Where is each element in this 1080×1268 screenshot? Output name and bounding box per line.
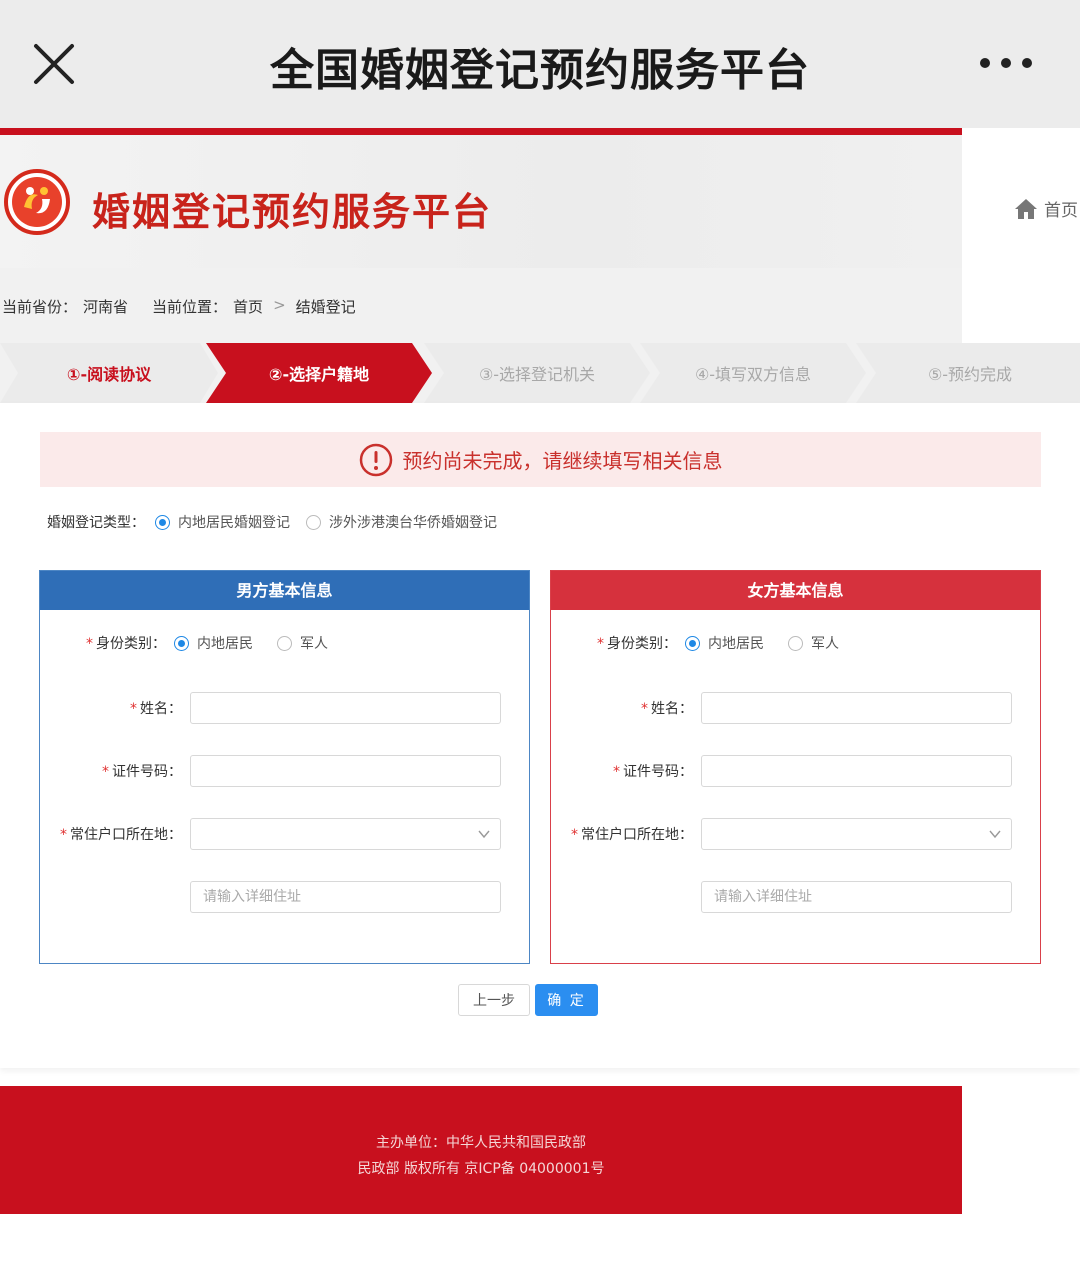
- identity-label: 身份类别：: [607, 636, 677, 652]
- previous-step-button[interactable]: 上一步: [458, 984, 530, 1016]
- radio-unchecked-icon: [788, 635, 803, 651]
- confirm-button[interactable]: 确 定: [535, 984, 598, 1016]
- male-name-row: * 姓名：: [40, 692, 529, 724]
- female-panel-title: 女方基本信息: [551, 571, 1040, 610]
- chevron-down-icon: [989, 830, 1001, 839]
- id-number-label: 证件号码：: [112, 764, 182, 780]
- female-address-row: 请输入详细住址: [551, 881, 1040, 913]
- site-title: 婚姻登记预约服务平台: [92, 190, 493, 234]
- radio-checked-icon: [155, 514, 170, 530]
- female-residence-select[interactable]: [701, 818, 1012, 850]
- radio-label: 军人: [811, 636, 839, 652]
- radio-checked-icon: [174, 635, 189, 651]
- radio-foreign-registration[interactable]: 涉外涉港澳台华侨婚姻登记: [306, 512, 497, 532]
- male-panel-title: 男方基本信息: [40, 571, 529, 610]
- breadcrumb-current: 结婚登记: [295, 298, 356, 316]
- identity-label: 身份类别：: [96, 636, 166, 652]
- male-id-row: * 证件号码：: [40, 755, 529, 787]
- step-3-label: ③-选择登记机关: [478, 365, 596, 384]
- radio-label: 涉外涉港澳台华侨婚姻登记: [329, 515, 497, 531]
- male-name-input[interactable]: [190, 692, 501, 724]
- breadcrumb: 当前省份： 河南省 当前位置： 首页 > 结婚登记: [2, 296, 356, 317]
- radio-label: 内地居民: [197, 636, 253, 652]
- male-address-row: 请输入详细住址: [40, 881, 529, 913]
- step-4: ④-填写双方信息: [640, 343, 866, 403]
- radio-label: 内地居民婚姻登记: [178, 515, 290, 531]
- alert-text: 预约尚未完成，请继续填写相关信息: [402, 449, 723, 473]
- step-1: ①-阅读协议: [0, 343, 218, 403]
- step-5: ⑤-预约完成: [856, 343, 1080, 403]
- radio-unchecked-icon: [277, 635, 292, 651]
- male-residence-row: * 常住户口所在地：: [40, 818, 529, 850]
- radio-checked-icon: [685, 635, 700, 651]
- province-value[interactable]: 河南省: [83, 296, 128, 317]
- female-name-row: * 姓名：: [551, 692, 1040, 724]
- more-options-icon[interactable]: [978, 56, 1034, 70]
- female-identity-mainland[interactable]: 内地居民: [685, 633, 764, 653]
- app-title: 全国婚姻登记预约服务平台: [270, 45, 810, 96]
- female-name-input[interactable]: [701, 692, 1012, 724]
- site-header: 婚姻登记预约服务平台: [0, 128, 962, 268]
- platform-logo: [4, 169, 70, 235]
- radio-label: 军人: [300, 636, 328, 652]
- male-id-number-input[interactable]: [190, 755, 501, 787]
- female-id-row: * 证件号码：: [551, 755, 1040, 787]
- step-4-label: ④-填写双方信息: [694, 365, 812, 384]
- footer-sponsor: 主办单位：中华人民共和国民政部: [376, 1135, 586, 1151]
- registration-type-label: 婚姻登记类型：: [47, 515, 145, 531]
- male-info-panel: 男方基本信息 * 身份类别： 内地居民 军人 * 姓名： * 证件号码： * 常住户口所…: [39, 570, 530, 964]
- registration-type-group: 婚姻登记类型： 内地居民婚姻登记 涉外涉港澳台华侨婚姻登记: [47, 512, 513, 532]
- app-bar: 全国婚姻登记预约服务平台: [0, 0, 1080, 128]
- province-label: 当前省份：: [2, 298, 78, 316]
- male-identity-mainland[interactable]: 内地居民: [174, 633, 253, 653]
- footer-copyright: 民政部 版权所有 京ICP备 04000001号: [357, 1161, 605, 1177]
- home-link[interactable]: 首页: [1014, 196, 1078, 221]
- name-label: 姓名：: [140, 701, 182, 717]
- male-identity-military[interactable]: 军人: [277, 633, 328, 653]
- step-3: ③-选择登记机关: [424, 343, 650, 403]
- female-id-number-input[interactable]: [701, 755, 1012, 787]
- female-info-panel: 女方基本信息 * 身份类别： 内地居民 军人 * 姓名： * 证件号码： * 常住户口所…: [550, 570, 1041, 964]
- female-identity-row: * 身份类别： 内地居民 军人: [551, 633, 1040, 653]
- step-progress-bar: ①-阅读协议 ②-选择户籍地 ③-选择登记机关 ④-填写双方信息 ⑤-预约完成: [0, 343, 1080, 403]
- male-address-input[interactable]: 请输入详细住址: [190, 881, 501, 913]
- residence-label: 常住户口所在地：: [581, 827, 693, 843]
- radio-unchecked-icon: [306, 514, 321, 530]
- chevron-down-icon: [478, 830, 490, 839]
- home-icon: [1015, 198, 1037, 219]
- female-address-input[interactable]: 请输入详细住址: [701, 881, 1012, 913]
- breadcrumb-separator: >: [273, 296, 286, 314]
- step-2-active: ②-选择户籍地: [206, 343, 432, 403]
- residence-label: 常住户口所在地：: [70, 827, 182, 843]
- radio-label: 内地居民: [708, 636, 764, 652]
- location-label: 当前位置：: [152, 298, 228, 316]
- id-number-label: 证件号码：: [623, 764, 693, 780]
- exclamation-circle-icon: [359, 443, 392, 476]
- site-footer: 主办单位：中华人民共和国民政部 民政部 版权所有 京ICP备 04000001号: [0, 1086, 962, 1214]
- male-residence-select[interactable]: [190, 818, 501, 850]
- breadcrumb-home[interactable]: 首页: [233, 296, 263, 317]
- step-2-label: ②-选择户籍地: [268, 365, 370, 384]
- step-1-label: ①-阅读协议: [66, 365, 152, 384]
- name-label: 姓名：: [651, 701, 693, 717]
- female-residence-row: * 常住户口所在地：: [551, 818, 1040, 850]
- male-identity-row: * 身份类别： 内地居民 军人: [40, 633, 529, 653]
- home-link-label: 首页: [1044, 201, 1078, 221]
- female-identity-military[interactable]: 军人: [788, 633, 839, 653]
- step-5-label: ⑤-预约完成: [927, 365, 1013, 384]
- radio-mainland-registration[interactable]: 内地居民婚姻登记: [155, 512, 290, 532]
- incomplete-alert: 预约尚未完成，请继续填写相关信息: [40, 432, 1041, 487]
